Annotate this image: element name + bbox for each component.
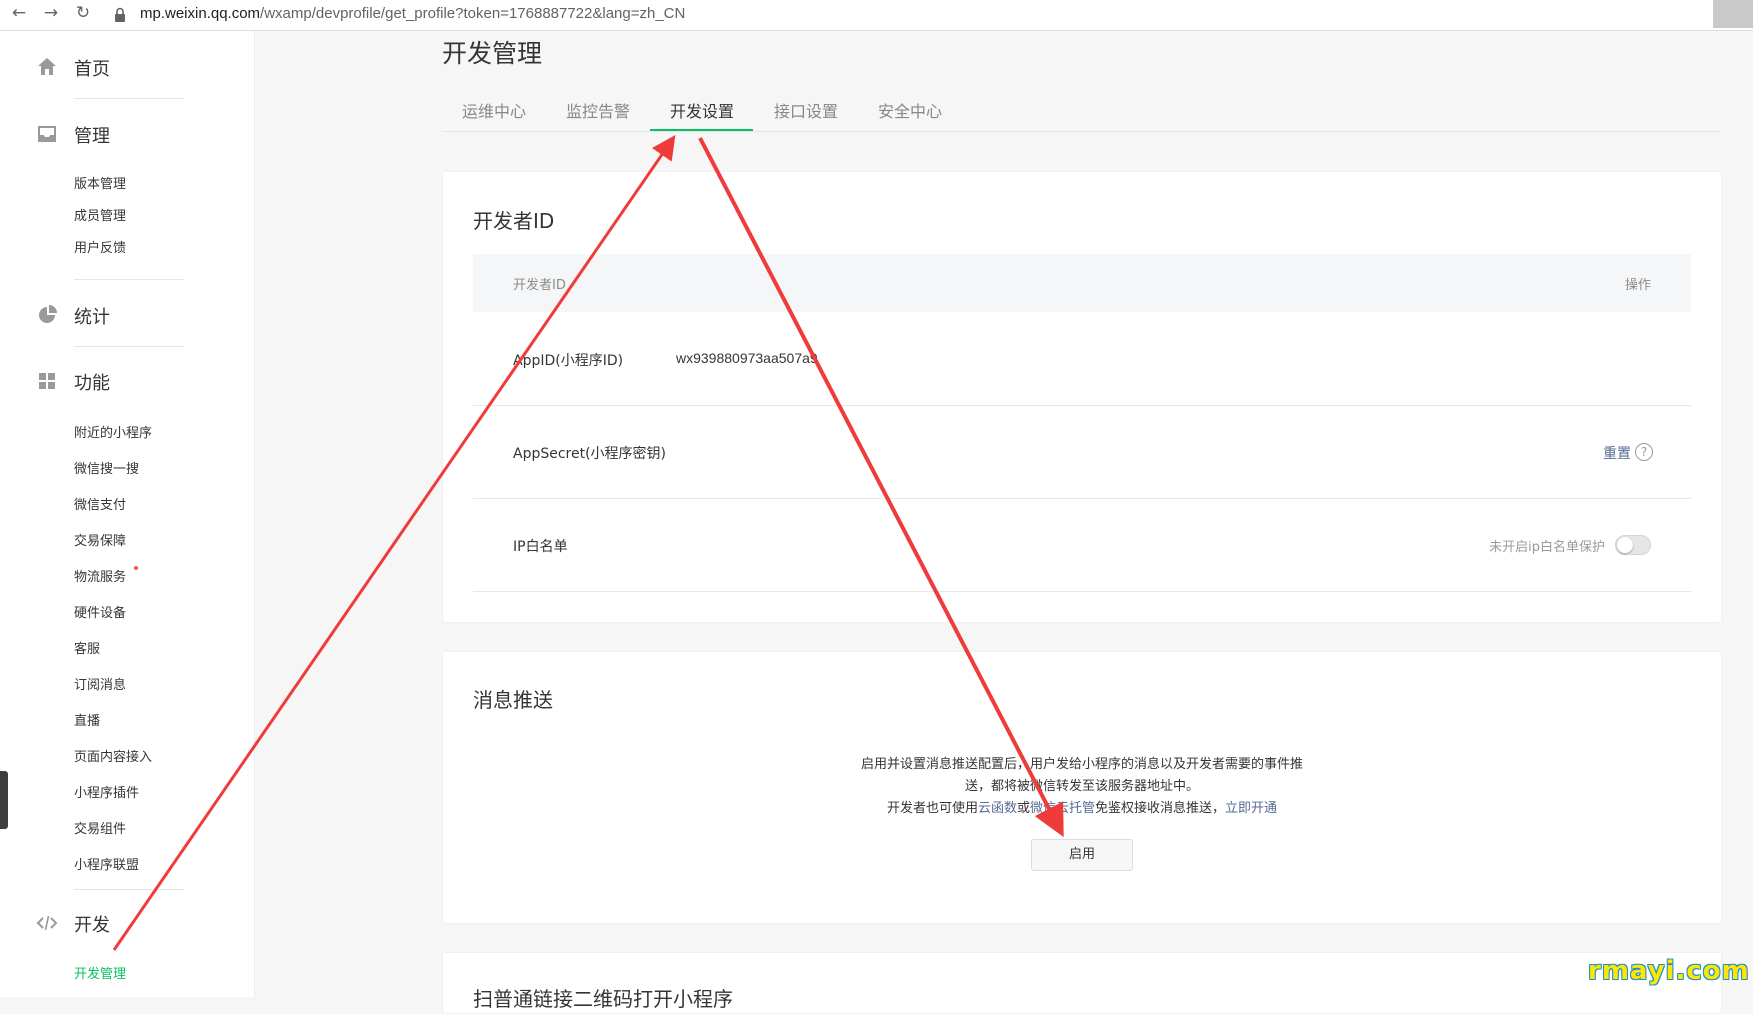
sidebar-item-feedback[interactable]: 用户反馈 <box>74 237 126 256</box>
message-push-title: 消息推送 <box>473 688 553 712</box>
url-field[interactable]: mp.weixin.qq.com/wxamp/devprofile/get_pr… <box>140 5 685 22</box>
tab-security-center[interactable]: 安全中心 <box>878 98 942 122</box>
divider <box>74 346 184 347</box>
sidebar-item-customer-service[interactable]: 客服 <box>74 638 100 657</box>
sidebar-features-label: 功能 <box>74 373 110 394</box>
sidebar-item-content-access[interactable]: 页面内容接入 <box>74 746 152 765</box>
table-row-appid: AppID(小程序ID) wx939880973aa507a9 <box>473 312 1691 406</box>
inbox-icon <box>38 126 56 142</box>
back-icon[interactable]: ← <box>8 3 30 23</box>
qrcode-card-title: 扫普通链接二维码打开小程序 <box>473 987 733 1011</box>
column-header-action: 操作 <box>1624 278 1651 293</box>
desc-text: 或 <box>1016 801 1030 816</box>
sidebar-item-live[interactable]: 直播 <box>74 710 100 729</box>
new-badge-dot <box>134 566 138 570</box>
sidebar-item-version[interactable]: 版本管理 <box>74 173 126 192</box>
developer-id-title: 开发者ID <box>473 209 555 233</box>
active-tab-indicator <box>650 129 753 131</box>
sidebar-item-members[interactable]: 成员管理 <box>74 205 126 224</box>
forward-icon[interactable]: → <box>40 3 62 23</box>
sidebar-home-label: 首页 <box>74 59 110 80</box>
column-header-id: 开发者ID <box>513 278 566 293</box>
appsecret-label: AppSecret(小程序密钥) <box>513 446 667 462</box>
cloud-function-link[interactable]: 云函数 <box>978 801 1017 816</box>
enable-button[interactable]: 启用 <box>1031 839 1133 871</box>
cloud-hosting-link[interactable]: 微信云托管 <box>1030 801 1095 816</box>
code-icon <box>36 915 58 931</box>
sidebar-stats-label: 统计 <box>74 307 110 328</box>
grid-icon <box>39 373 55 389</box>
reload-icon[interactable]: ↻ <box>72 3 94 23</box>
sidebar-item-subscribe-msg[interactable]: 订阅消息 <box>74 674 126 693</box>
sidebar-item-dev-manage[interactable]: 开发管理 <box>74 963 126 982</box>
activate-now-link[interactable]: 立即开通 <box>1225 801 1277 816</box>
sidebar-item-alliance[interactable]: 小程序联盟 <box>74 854 139 873</box>
sidebar-item-logistics[interactable]: 物流服务 <box>74 566 126 585</box>
sidebar-item-pay[interactable]: 微信支付 <box>74 494 126 513</box>
sidebar-item-search[interactable]: 微信搜一搜 <box>74 458 139 477</box>
tab-monitoring[interactable]: 监控告警 <box>566 98 630 122</box>
desc-text: 开发者也可使用 <box>886 801 978 816</box>
home-icon <box>38 58 56 75</box>
help-icon[interactable]: ? <box>1635 443 1653 461</box>
tab-bar: 运维中心 监控告警 开发设置 接口设置 安全中心 <box>442 90 1720 132</box>
message-push-desc-3: 开发者也可使用云函数或微信云托管免鉴权接收消息推送，立即开通 <box>443 798 1721 820</box>
ip-whitelist-status: 未开启ip白名单保护 <box>1489 540 1605 555</box>
sidebar-item-nearby[interactable]: 附近的小程序 <box>74 422 152 441</box>
url-path: /wxamp/devprofile/get_profile?token=1768… <box>260 5 686 22</box>
sidebar-item-hardware[interactable]: 硬件设备 <box>74 602 126 621</box>
reset-secret-link[interactable]: 重置 <box>1603 443 1631 463</box>
appid-value: wx939880973aa507a9 <box>676 350 818 366</box>
divider <box>74 98 184 99</box>
message-push-desc-2: 送，都将被微信转发至该服务器地址中。 <box>964 779 1199 794</box>
message-push-card: 消息推送 启用并设置消息推送配置后，用户发给小程序的消息以及开发者需要的事件推 … <box>442 651 1722 924</box>
page-title: 开发管理 <box>442 39 543 68</box>
url-host: mp.weixin.qq.com <box>140 5 261 22</box>
table-row-appsecret: AppSecret(小程序密钥) 重置 ? <box>473 405 1691 499</box>
sidebar-item-plugins[interactable]: 小程序插件 <box>74 782 139 801</box>
sidebar-handle[interactable] <box>0 771 8 829</box>
appid-label: AppID(小程序ID) <box>513 353 624 369</box>
message-push-desc-1: 启用并设置消息推送配置后，用户发给小程序的消息以及开发者需要的事件推 <box>860 757 1303 772</box>
sidebar-item-trade-component[interactable]: 交易组件 <box>74 818 126 837</box>
sidebar: 首页 管理 版本管理 成员管理 用户反馈 统计 功能 附近的小程序 微信搜一搜 … <box>0 31 255 997</box>
browser-address-bar: ← → ↻ mp.weixin.qq.com/wxamp/devprofile/… <box>0 0 1753 31</box>
desc-text: 免鉴权接收消息推送， <box>1095 801 1226 816</box>
browser-tab-edge <box>1713 0 1753 28</box>
pie-chart-icon <box>39 305 57 323</box>
sidebar-dev-label: 开发 <box>74 915 110 936</box>
divider <box>74 279 184 280</box>
divider <box>74 889 184 890</box>
developer-id-card: 开发者ID 开发者ID 操作 AppID(小程序ID) wx939880973a… <box>442 171 1722 623</box>
toggle-knob <box>1617 537 1633 553</box>
tab-api-settings[interactable]: 接口设置 <box>774 98 838 122</box>
tab-dev-settings[interactable]: 开发设置 <box>670 98 734 122</box>
lock-icon <box>115 7 125 22</box>
watermark-logo: rmayi.com <box>1588 956 1750 986</box>
ip-whitelist-toggle[interactable] <box>1615 535 1651 555</box>
sidebar-item-trade-guarantee[interactable]: 交易保障 <box>74 530 126 549</box>
ip-whitelist-label: IP白名单 <box>513 539 568 555</box>
sidebar-manage-label: 管理 <box>74 126 110 147</box>
table-header: 开发者ID 操作 <box>473 254 1691 312</box>
qrcode-card: 扫普通链接二维码打开小程序 <box>442 952 1722 1014</box>
tab-ops-center[interactable]: 运维中心 <box>462 98 526 122</box>
table-row-ip-whitelist: IP白名单 未开启ip白名单保护 <box>473 498 1691 592</box>
